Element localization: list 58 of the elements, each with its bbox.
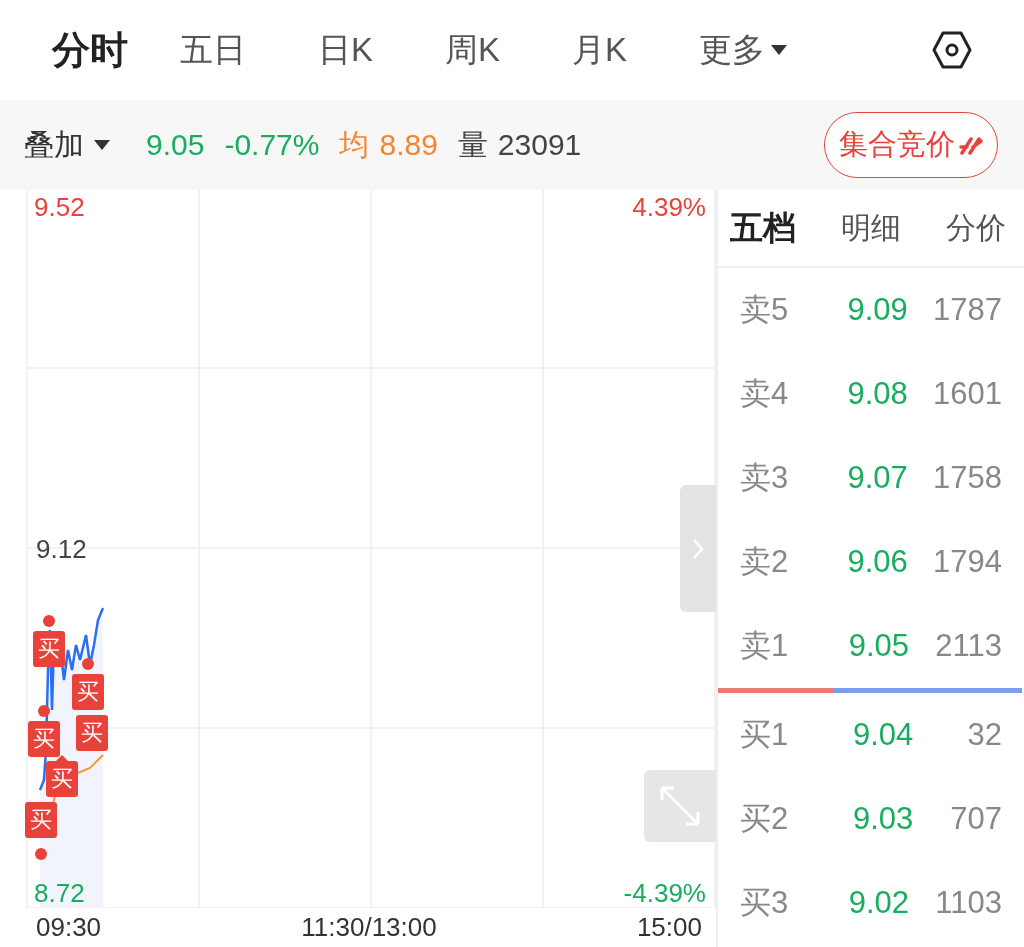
bid-volume: 707 <box>949 801 1002 837</box>
ask-level-label: 卖2 <box>740 543 790 581</box>
chart-tab[interactable]: 周K <box>445 27 501 73</box>
ask-price: 9.07 <box>847 460 909 496</box>
slash-icon <box>959 135 983 155</box>
expand-panel-button[interactable] <box>680 485 716 612</box>
axis-label: 9.52 <box>34 192 85 223</box>
chart-tab[interactable]: 日K <box>318 27 373 73</box>
fullscreen-icon <box>658 784 702 828</box>
bid-price: 9.02 <box>848 885 911 921</box>
bid-volume: 32 <box>966 717 1002 753</box>
auction-button[interactable]: 集合竞价 <box>824 112 998 178</box>
ask-volume: 1794 <box>933 544 1002 580</box>
chart-tab[interactable]: 月K <box>572 27 628 73</box>
bid-price: 9.03 <box>853 801 915 837</box>
axis-label: 9.12 <box>36 534 87 565</box>
bid-level-label: 买2 <box>740 800 790 838</box>
change-percent: -0.77% <box>224 128 320 162</box>
fullscreen-button[interactable] <box>644 770 716 842</box>
bid-price: 9.04 <box>853 717 915 753</box>
buy-marker: 买 <box>76 715 108 751</box>
caret-icon <box>94 140 110 150</box>
depth-tab[interactable]: 分价 <box>946 207 1006 249</box>
ask-price: 9.08 <box>847 376 909 412</box>
time-label: 15:00 <box>636 912 702 943</box>
ask-level-label: 卖4 <box>740 375 790 413</box>
depth-tab[interactable]: 明细 <box>841 207 901 249</box>
time-label: 11:30/13:00 <box>301 912 437 943</box>
time-label: 09:30 <box>36 912 102 943</box>
bid-level-label: 买3 <box>740 884 790 922</box>
caret-icon <box>771 45 788 55</box>
price-value: 9.05 <box>146 128 205 162</box>
more-tab[interactable]: 更多 <box>699 27 788 73</box>
ask-level-label: 卖1 <box>740 627 790 665</box>
chart-tab[interactable]: 五日 <box>180 27 246 73</box>
depth-tab[interactable]: 五档 <box>730 205 796 251</box>
ask-price: 9.05 <box>848 628 911 664</box>
volume-label: 量 <box>457 126 488 163</box>
ask-level-label: 卖5 <box>740 291 790 329</box>
chart-tab[interactable]: 分时 <box>52 24 128 76</box>
bid-volume: 1103 <box>935 885 1002 921</box>
ask-price: 9.06 <box>847 544 909 580</box>
average-label: 均 <box>339 126 370 163</box>
ask-volume: 1758 <box>933 460 1002 496</box>
ask-level-label: 卖3 <box>740 459 790 497</box>
ask-volume: 2113 <box>935 628 1002 664</box>
average-value: 8.89 <box>379 128 438 162</box>
settings-icon[interactable] <box>932 30 972 70</box>
overlay-dropdown[interactable]: 叠加 <box>24 124 110 166</box>
ask-volume: 1787 <box>933 292 1002 328</box>
axis-label: -4.39% <box>623 878 706 909</box>
volume-value: 23091 <box>497 128 582 162</box>
axis-label: 8.72 <box>34 878 85 909</box>
ask-volume: 1601 <box>933 376 1002 412</box>
chevron-right-icon <box>692 537 704 560</box>
bid-level-label: 买1 <box>740 716 790 754</box>
ask-price: 9.09 <box>847 292 909 328</box>
axis-label: 4.39% <box>632 192 706 223</box>
